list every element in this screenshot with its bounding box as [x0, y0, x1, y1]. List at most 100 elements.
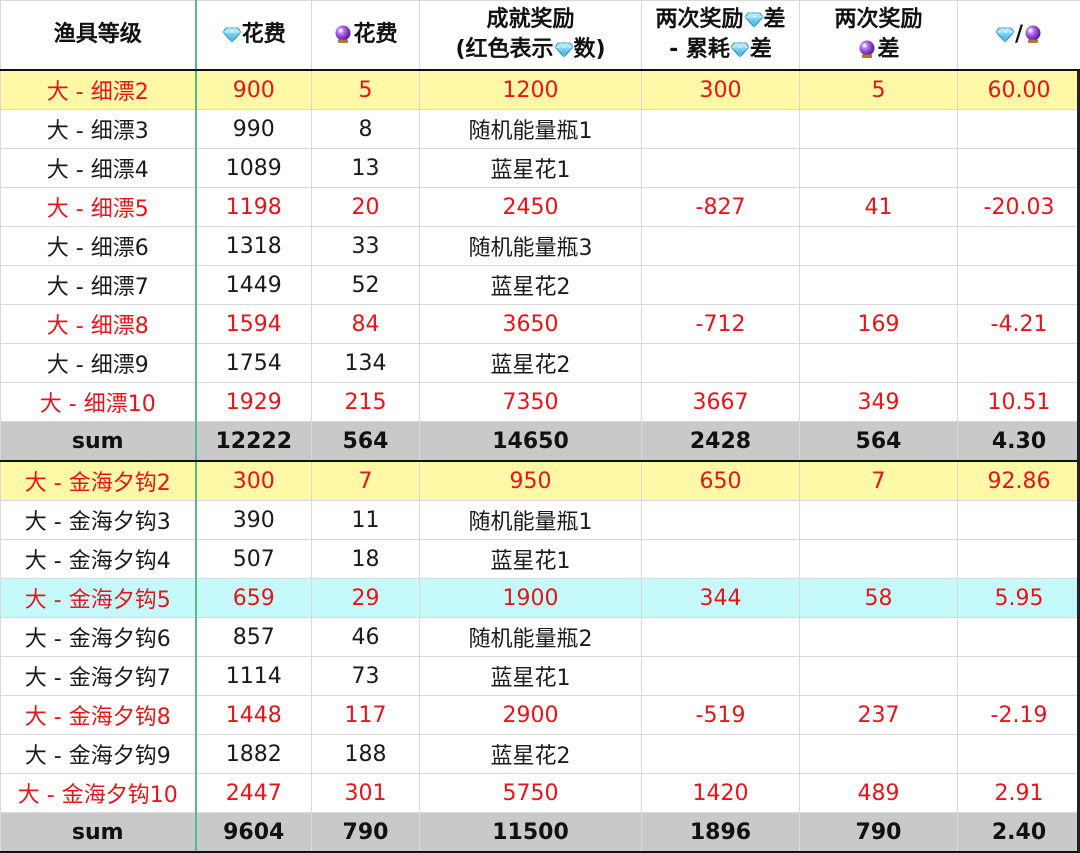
sum-reward-cell[interactable]: 14650	[420, 422, 642, 462]
diamond-diff-cell[interactable]	[642, 110, 800, 149]
orb-cost-cell[interactable]: 46	[312, 618, 420, 657]
reward-cell[interactable]: 蓝星花2	[420, 266, 642, 305]
header-diamond-diff[interactable]: 两次奖励差 - 累耗差	[642, 1, 800, 71]
gear-level-cell[interactable]: 大 - 金海夕钩4	[1, 540, 196, 579]
gear-level-cell[interactable]: 大 - 细漂8	[1, 305, 196, 344]
diamond-cost-cell[interactable]: 1882	[196, 735, 312, 774]
orb-cost-cell[interactable]: 301	[312, 774, 420, 813]
orb-cost-cell[interactable]: 11	[312, 501, 420, 540]
reward-cell[interactable]: 蓝星花2	[420, 344, 642, 383]
diamond-diff-cell[interactable]: -827	[642, 188, 800, 227]
sum-orb-diff-cell[interactable]: 564	[800, 422, 958, 462]
orb-diff-cell[interactable]	[800, 110, 958, 149]
ratio-cell[interactable]: 10.51	[958, 383, 1080, 422]
diamond-cost-cell[interactable]: 2447	[196, 774, 312, 813]
sum-reward-cell[interactable]: 11500	[420, 813, 642, 853]
diamond-diff-cell[interactable]	[642, 540, 800, 579]
ratio-cell[interactable]	[958, 344, 1080, 383]
reward-cell[interactable]: 7350	[420, 383, 642, 422]
ratio-cell[interactable]	[958, 110, 1080, 149]
orb-cost-cell[interactable]: 33	[312, 227, 420, 266]
header-ratio[interactable]: /	[958, 1, 1080, 71]
sum-ratio-cell[interactable]: 2.40	[958, 813, 1080, 853]
orb-diff-cell[interactable]	[800, 618, 958, 657]
gear-level-cell[interactable]: 大 - 金海夕钩10	[1, 774, 196, 813]
diamond-diff-cell[interactable]	[642, 618, 800, 657]
orb-cost-cell[interactable]: 29	[312, 579, 420, 618]
orb-cost-cell[interactable]: 8	[312, 110, 420, 149]
reward-cell[interactable]: 2450	[420, 188, 642, 227]
reward-cell[interactable]: 随机能量瓶1	[420, 501, 642, 540]
reward-cell[interactable]: 蓝星花2	[420, 735, 642, 774]
header-achievement-reward[interactable]: 成就奖励 (红色表示数)	[420, 1, 642, 71]
sum-gear-level-cell[interactable]: sum	[1, 813, 196, 853]
orb-diff-cell[interactable]	[800, 266, 958, 305]
ratio-cell[interactable]: 2.91	[958, 774, 1080, 813]
diamond-diff-cell[interactable]: -519	[642, 696, 800, 735]
diamond-cost-cell[interactable]: 390	[196, 501, 312, 540]
reward-cell[interactable]: 1200	[420, 70, 642, 110]
diamond-cost-cell[interactable]: 1929	[196, 383, 312, 422]
diamond-cost-cell[interactable]: 300	[196, 461, 312, 501]
diamond-diff-cell[interactable]	[642, 501, 800, 540]
orb-cost-cell[interactable]: 84	[312, 305, 420, 344]
diamond-diff-cell[interactable]	[642, 227, 800, 266]
diamond-cost-cell[interactable]: 1089	[196, 149, 312, 188]
diamond-cost-cell[interactable]: 1198	[196, 188, 312, 227]
diamond-cost-cell[interactable]: 990	[196, 110, 312, 149]
gear-level-cell[interactable]: 大 - 金海夕钩3	[1, 501, 196, 540]
gear-level-cell[interactable]: 大 - 细漂9	[1, 344, 196, 383]
orb-diff-cell[interactable]: 349	[800, 383, 958, 422]
diamond-diff-cell[interactable]: 650	[642, 461, 800, 501]
gear-level-cell[interactable]: 大 - 金海夕钩6	[1, 618, 196, 657]
diamond-cost-cell[interactable]: 659	[196, 579, 312, 618]
orb-diff-cell[interactable]: 7	[800, 461, 958, 501]
sum-orb-cost-cell[interactable]: 564	[312, 422, 420, 462]
reward-cell[interactable]: 随机能量瓶2	[420, 618, 642, 657]
ratio-cell[interactable]	[958, 618, 1080, 657]
diamond-cost-cell[interactable]: 1594	[196, 305, 312, 344]
ratio-cell[interactable]	[958, 657, 1080, 696]
diamond-cost-cell[interactable]: 1448	[196, 696, 312, 735]
orb-diff-cell[interactable]	[800, 735, 958, 774]
orb-cost-cell[interactable]: 134	[312, 344, 420, 383]
orb-cost-cell[interactable]: 215	[312, 383, 420, 422]
orb-cost-cell[interactable]: 188	[312, 735, 420, 774]
diamond-cost-cell[interactable]: 507	[196, 540, 312, 579]
ratio-cell[interactable]	[958, 266, 1080, 305]
orb-diff-cell[interactable]: 58	[800, 579, 958, 618]
diamond-cost-cell[interactable]: 900	[196, 70, 312, 110]
gear-level-cell[interactable]: 大 - 金海夕钩5	[1, 579, 196, 618]
gear-level-cell[interactable]: 大 - 细漂4	[1, 149, 196, 188]
reward-cell[interactable]: 3650	[420, 305, 642, 344]
diamond-cost-cell[interactable]: 1114	[196, 657, 312, 696]
diamond-cost-cell[interactable]: 1754	[196, 344, 312, 383]
ratio-cell[interactable]: 60.00	[958, 70, 1080, 110]
orb-cost-cell[interactable]: 117	[312, 696, 420, 735]
orb-diff-cell[interactable]	[800, 149, 958, 188]
orb-cost-cell[interactable]: 7	[312, 461, 420, 501]
orb-diff-cell[interactable]: 5	[800, 70, 958, 110]
gear-level-cell[interactable]: 大 - 金海夕钩7	[1, 657, 196, 696]
diamond-cost-cell[interactable]: 857	[196, 618, 312, 657]
diamond-diff-cell[interactable]: 3667	[642, 383, 800, 422]
ratio-cell[interactable]: -2.19	[958, 696, 1080, 735]
sum-diamond-diff-cell[interactable]: 1896	[642, 813, 800, 853]
diamond-diff-cell[interactable]	[642, 735, 800, 774]
ratio-cell[interactable]	[958, 149, 1080, 188]
diamond-diff-cell[interactable]	[642, 344, 800, 383]
header-gear-level[interactable]: 渔具等级	[1, 1, 196, 71]
orb-diff-cell[interactable]: 489	[800, 774, 958, 813]
reward-cell[interactable]: 5750	[420, 774, 642, 813]
reward-cell[interactable]: 蓝星花1	[420, 540, 642, 579]
sum-diamond-cost-cell[interactable]: 12222	[196, 422, 312, 462]
gear-level-cell[interactable]: 大 - 细漂7	[1, 266, 196, 305]
ratio-cell[interactable]: 5.95	[958, 579, 1080, 618]
gear-level-cell[interactable]: 大 - 细漂5	[1, 188, 196, 227]
diamond-diff-cell[interactable]	[642, 657, 800, 696]
diamond-diff-cell[interactable]: 1420	[642, 774, 800, 813]
ratio-cell[interactable]: -20.03	[958, 188, 1080, 227]
orb-cost-cell[interactable]: 5	[312, 70, 420, 110]
ratio-cell[interactable]	[958, 227, 1080, 266]
ratio-cell[interactable]	[958, 540, 1080, 579]
